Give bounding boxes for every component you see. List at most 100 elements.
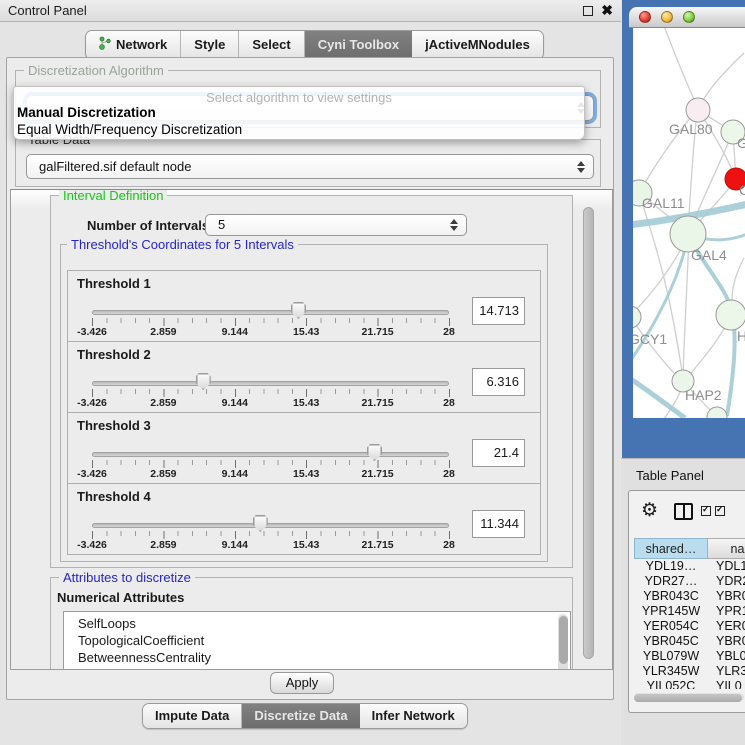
number-of-intervals-combo[interactable]: 5 (205, 214, 467, 236)
cell-shared-name[interactable]: YBR045C (634, 634, 708, 649)
column-header-name[interactable]: na (708, 538, 745, 559)
table-panel-title: Table Panel (636, 468, 704, 483)
node-gal80[interactable] (686, 98, 710, 122)
slider-track[interactable] (92, 381, 449, 386)
cell-name[interactable]: YIL0 (708, 679, 745, 689)
cell-name[interactable]: YER0 (708, 619, 745, 634)
tick-label: 21.715 (362, 468, 394, 480)
node-gcy1[interactable] (633, 306, 641, 328)
table-panel-body: ⚙ shared… na YDL19…YDL1YDR27…YDR2YBR043C… (628, 490, 745, 713)
tick-label: 15.43 (293, 326, 319, 338)
table-row[interactable]: YBR043CYBR0 (634, 589, 745, 604)
tab-cyni-toolbox[interactable]: Cyni Toolbox (305, 31, 412, 59)
table-row[interactable]: YLR345WYLR3 (634, 664, 745, 679)
list-item[interactable]: SelfLoops (64, 615, 570, 632)
slider-thumb[interactable] (291, 302, 306, 319)
tick-label: 2.859 (150, 326, 176, 338)
mac-minimize-button[interactable] (661, 11, 673, 23)
dropdown-option-manual[interactable]: Manual Discretization (17, 105, 156, 120)
control-panel-window: Control Panel ✖ Network Style Select Cyn… (0, 0, 621, 745)
table-data-combo[interactable]: galFiltered.sif default node (26, 154, 594, 179)
horizontal-scrollbar[interactable] (634, 693, 744, 702)
cell-name[interactable]: YDL1 (708, 559, 745, 574)
cell-name[interactable]: YPR1 (708, 604, 745, 619)
tab-label: Cyni Toolbox (318, 37, 399, 52)
node-label-gal4: GAL4 (691, 247, 727, 263)
network-canvas[interactable]: GAL80 GA C GAL11 GAL4 GCY1 H HAP2 (633, 28, 745, 418)
node-label-h: H (737, 328, 745, 344)
cell-name[interactable]: YDR2 (708, 574, 745, 589)
slider-track[interactable] (92, 523, 449, 528)
close-icon[interactable]: ✖ (601, 2, 613, 19)
mac-zoom-button[interactable] (683, 11, 695, 23)
node-partial[interactable] (707, 407, 727, 418)
mac-close-button[interactable] (639, 11, 651, 23)
list-item[interactable]: TopologicalCoefficient (64, 632, 570, 649)
node-label-gal11: GAL11 (642, 195, 685, 211)
table-row[interactable]: YDR27…YDR2 (634, 574, 745, 589)
float-window-icon[interactable] (583, 6, 593, 16)
node-h[interactable] (716, 300, 745, 330)
table-row[interactable]: YIL052CYIL0 (634, 679, 745, 689)
tick-label: 28 (443, 397, 455, 409)
slider-track[interactable] (92, 452, 449, 457)
slider-ticks-major (92, 531, 450, 539)
tick-label: 9.144 (222, 539, 248, 551)
threshold-value-field[interactable]: 14.713 (472, 297, 525, 325)
slider-thumb[interactable] (196, 373, 211, 390)
discretization-algorithm-group-label: Discretization Algorithm (24, 63, 168, 78)
cell-name[interactable]: YBR0 (708, 634, 745, 649)
slider-thumb[interactable] (367, 444, 382, 461)
tab-infer-network[interactable]: Infer Network (360, 704, 467, 728)
cell-shared-name[interactable]: YER054C (634, 619, 708, 634)
cell-shared-name[interactable]: YDL19… (634, 559, 708, 574)
gear-icon[interactable]: ⚙ (641, 499, 658, 522)
threshold-value-field[interactable]: 21.4 (472, 439, 525, 467)
tab-style[interactable]: Style (181, 31, 239, 59)
tab-select[interactable]: Select (239, 31, 304, 59)
tab-discretize-data[interactable]: Discretize Data (242, 704, 359, 728)
tab-label: Infer Network (372, 708, 455, 723)
cell-shared-name[interactable]: YLR345W (634, 664, 708, 679)
network-window-titlebar[interactable] (629, 7, 745, 28)
cyni-toolbox-panel: Discretization Algorithm Select algorith… (6, 57, 614, 700)
cell-shared-name[interactable]: YPR145W (634, 604, 708, 619)
horizontal-scrollbar-thumb[interactable] (634, 694, 742, 702)
table-row[interactable]: YER054CYER0 (634, 619, 745, 634)
cell-shared-name[interactable]: YDR27… (634, 574, 708, 589)
slider-thumb[interactable] (253, 515, 268, 532)
table-row[interactable]: YBL079WYBL0 (634, 649, 745, 664)
vertical-scrollbar-thumb[interactable] (583, 207, 594, 659)
list-scrollbar[interactable] (558, 614, 568, 670)
cell-name[interactable]: YBR0 (708, 589, 745, 604)
threshold-value-field[interactable]: 6.316 (472, 368, 525, 396)
tick-label: 21.715 (362, 539, 394, 551)
cell-name[interactable]: YBL0 (708, 649, 745, 664)
table-row[interactable]: YDL19…YDL1 (634, 559, 745, 574)
tab-network[interactable]: Network (86, 31, 181, 59)
cell-shared-name[interactable]: YBL079W (634, 649, 708, 664)
tab-impute-data[interactable]: Impute Data (143, 704, 242, 728)
threshold-label: Threshold 2 (77, 347, 151, 362)
slider-tick-labels: -3.4262.8599.14415.4321.71528 (92, 397, 449, 410)
threshold-value-field[interactable]: 11.344 (472, 510, 525, 538)
cell-shared-name[interactable]: YIL052C (634, 679, 708, 689)
cell-name[interactable]: YLR3 (708, 664, 745, 679)
list-item[interactable]: BetweennessCentrality (64, 649, 570, 666)
table-data-group: Table Data galFiltered.sif default node (15, 139, 601, 187)
network-view-window[interactable]: GAL80 GA C GAL11 GAL4 GCY1 H HAP2 (622, 0, 745, 458)
slider-track[interactable] (92, 310, 449, 315)
cell-shared-name[interactable]: YBR043C (634, 589, 708, 604)
select-columns-icon[interactable] (701, 506, 725, 516)
dropdown-option-equal-width[interactable]: Equal Width/Frequency Discretization (17, 122, 242, 137)
apply-button[interactable]: Apply (270, 672, 334, 694)
table-row[interactable]: YBR045CYBR0 (634, 634, 745, 649)
tab-jactivemnodules[interactable]: jActiveMNodules (412, 31, 543, 59)
right-region: GAL80 GA C GAL11 GAL4 GCY1 H HAP2 Table … (621, 0, 745, 745)
column-header-shared[interactable]: shared… (634, 538, 708, 559)
column-split-icon[interactable] (674, 503, 693, 520)
window-title: Control Panel (8, 3, 87, 18)
table-row[interactable]: YPR145WYPR1 (634, 604, 745, 619)
list-scrollbar-thumb[interactable] (559, 616, 568, 664)
tick-label: 21.715 (362, 326, 394, 338)
